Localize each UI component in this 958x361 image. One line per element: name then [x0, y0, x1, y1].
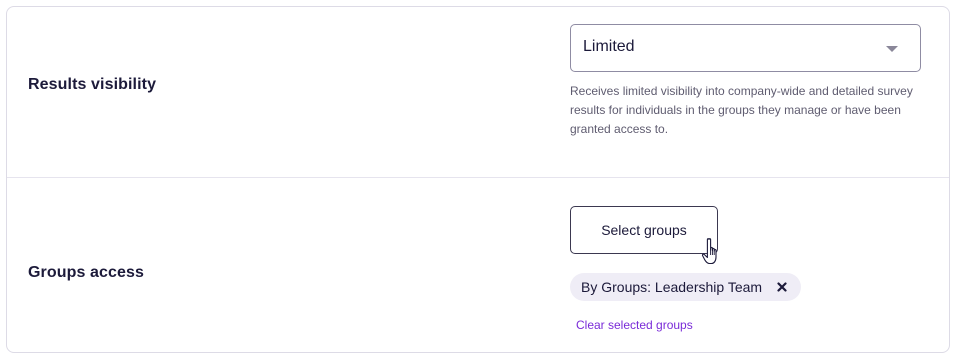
permissions-card: Results visibility Limited Receives limi…	[6, 6, 950, 353]
results-visibility-row: Results visibility Limited Receives limi…	[7, 7, 949, 177]
groups-access-row: Groups access Select groups By Groups: L…	[7, 177, 949, 354]
clear-selected-groups-link[interactable]: Clear selected groups	[576, 318, 693, 332]
close-icon[interactable]	[775, 280, 789, 294]
results-visibility-select[interactable]: Limited	[570, 24, 921, 72]
group-chip: By Groups: Leadership Team	[570, 273, 802, 301]
chevron-down-icon	[886, 46, 898, 52]
results-visibility-description: Receives limited visibility into company…	[570, 84, 913, 136]
results-visibility-selected-value: Limited	[583, 38, 635, 55]
select-groups-button[interactable]: Select groups	[570, 206, 718, 254]
results-visibility-label: Results visibility	[28, 76, 157, 93]
hand-pointer-cursor-icon	[701, 238, 717, 265]
group-chip-label: By Groups: Leadership Team	[581, 279, 763, 295]
groups-access-label: Groups access	[28, 264, 145, 281]
